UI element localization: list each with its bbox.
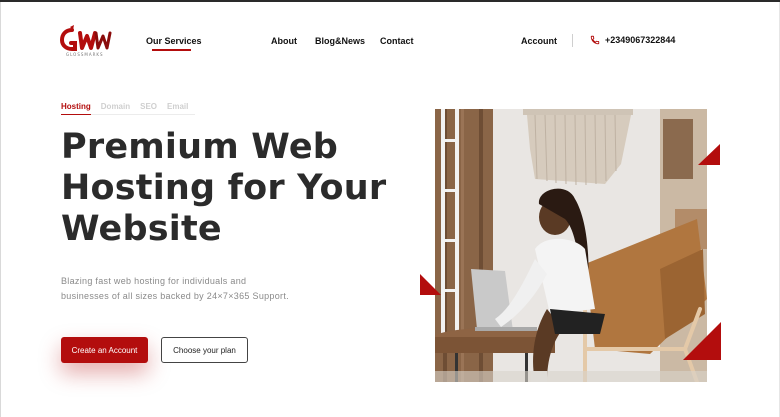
hero-title-line-1: Premium Web [61,127,339,167]
nav-active-underline [152,49,191,51]
decor-triangle-bottom-right [683,322,721,360]
phone-number: +2349067322844 [605,35,676,45]
brand-logo-icon [59,25,112,51]
hero-title-line-3: Website [61,209,222,249]
hero-description-line-2: businesses of all sizes backed by 24×7×3… [61,291,289,301]
tab-track-line [91,114,195,115]
nav-our-services[interactable]: Our Services [146,36,202,46]
hero-title: Premium Web Hosting for Your Website [61,127,401,250]
tab-active-indicator [61,114,91,115]
window-top-border [0,0,780,2]
create-account-button[interactable]: Create an Account [61,337,148,363]
brand-logo-text: GLOSSMARKS [66,52,104,57]
decor-triangle-left [420,274,441,295]
choose-plan-button[interactable]: Choose your plan [161,337,248,363]
nav-contact[interactable]: Contact [380,36,414,46]
window-left-border [0,2,1,417]
nav-phone-link[interactable]: +2349067322844 [590,35,675,45]
hero-description-line-1: Blazing fast web hosting for individuals… [61,276,247,286]
hero-title-line-2: Hosting for Your [61,168,387,208]
brand-logo[interactable]: GLOSSMARKS [59,24,112,58]
phone-icon [590,35,600,45]
hero-description: Blazing fast web hosting for individuals… [61,274,351,304]
decor-triangle-top-right [698,144,720,165]
nav-about[interactable]: About [271,36,297,46]
nav-account[interactable]: Account [521,36,557,46]
nav-blog-news[interactable]: Blog&News [315,36,365,46]
hero-photo [435,109,707,382]
nav-divider [572,34,573,47]
